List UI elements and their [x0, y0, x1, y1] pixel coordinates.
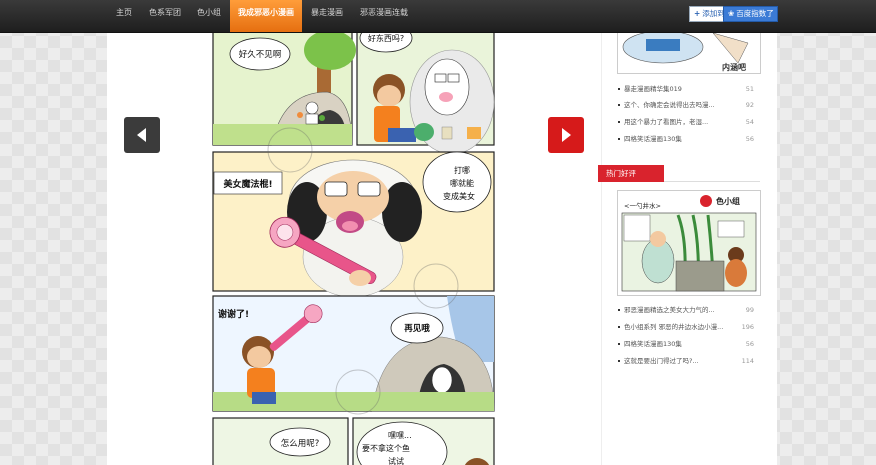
- plus-icon: +: [694, 9, 701, 18]
- comic-panel-4-bubble-right: 再见哦: [404, 323, 430, 334]
- baidu-button-label: 百度指数了: [736, 9, 774, 18]
- list-item-count: 56: [745, 340, 754, 348]
- bullet: [618, 308, 620, 311]
- baidu-button[interactable]: ❀ 百度指数了: [723, 6, 778, 22]
- bullet: [618, 103, 620, 106]
- bullet: [618, 342, 620, 345]
- comic-panel-1: 好久不见啊: [212, 32, 356, 146]
- bullet: [618, 359, 620, 362]
- list-item[interactable]: 色小组系列 邪恶的井边水边小漫... 196: [616, 321, 756, 333]
- section-divider: [664, 181, 760, 182]
- thumbnail-2-logo: 色小组: [716, 196, 740, 206]
- section-title-hot: 热门好评: [598, 165, 664, 182]
- list-item-count: 114: [741, 357, 754, 365]
- list-item-count: 56: [745, 135, 754, 143]
- thumbnail-1-caption: 内涵吧: [722, 62, 746, 72]
- top-navigation: 主页 色系军团 色小组 我成邪恶小漫画 暴走漫画 邪恶漫画连载 + 添加到 ❀ 百度…: [0, 0, 876, 33]
- comic-panel-4-bubble-left: 谢谢了!: [218, 308, 249, 320]
- list-item-count: 99: [745, 306, 754, 314]
- comic-panel-4: 谢谢了! 再见哦: [212, 295, 495, 412]
- list-item[interactable]: 四格笑话漫画130集 56: [616, 338, 756, 350]
- list-item-title: 这就是要出门得过了吗?...: [624, 357, 699, 365]
- next-page-button[interactable]: [548, 117, 584, 153]
- thumbnail-2-art: 色小组 <一勺井水>: [618, 191, 760, 295]
- list-item-count: 51: [745, 85, 754, 93]
- bullet: [618, 87, 620, 90]
- comic-panel-3-bubble-right-line3: 变成美女: [443, 191, 475, 201]
- arrow-right-icon: [562, 128, 571, 142]
- nav-item-evil-comics[interactable]: 我成邪恶小漫画: [230, 0, 302, 32]
- list-item[interactable]: 暴走漫画精华集019 51: [616, 83, 756, 95]
- nav-item-color-group[interactable]: 色小组: [192, 0, 226, 28]
- list-item[interactable]: 用这个暴力了看图片，老湿... 54: [616, 116, 756, 128]
- bullet: [618, 137, 620, 140]
- comic-panel-5-bubble-left: 怎么用呢?: [281, 438, 320, 449]
- comic-panel-5-bubble-right-line3: 试试: [388, 456, 404, 465]
- nav-item-color-army[interactable]: 色系军团: [142, 0, 188, 28]
- comic-panel-5: 怎么用呢? 嘿嘿... 要不拿这个鱼 试试: [212, 417, 495, 465]
- paw-icon: ❀: [728, 9, 735, 18]
- list-item-title: 四格笑话漫画130集: [624, 135, 682, 143]
- nav-item-rage-comics[interactable]: 暴走漫画: [306, 0, 348, 28]
- list-item-count: 196: [741, 323, 754, 331]
- list-item[interactable]: 四格笑话漫画130集 56: [616, 133, 756, 145]
- comic-panel-3-bubble-left: 美女魔法棍!: [223, 178, 272, 190]
- bullet: [618, 120, 620, 123]
- bullet: [618, 325, 620, 328]
- comic-panel-3-bubble-right-line1: 打哪: [454, 165, 470, 175]
- comic-panel-3-bubble-right-line2: 哪就能: [450, 178, 474, 188]
- list-item-title: 邪恶漫画精选之美女大力气的...: [624, 306, 715, 314]
- comic-image: 好久不见啊 好东西吗? 美女魔法棍! 打哪 哪就能 变成美女 谢谢了! 再见哦 …: [212, 32, 496, 465]
- comic-panel-3: 美女魔法棍! 打哪 哪就能 变成美女: [212, 151, 495, 298]
- list-item[interactable]: 这就是要出门得过了吗?... 114: [616, 355, 756, 367]
- thumbnail-1-art: 内涵吧: [618, 33, 760, 73]
- thumbnail-2-title: <一勺井水>: [624, 201, 661, 210]
- nav-item-serial-comics[interactable]: 邪恶漫画连载: [354, 0, 414, 28]
- list-item-count: 92: [745, 101, 754, 109]
- comic-panel-2: 好东西吗?: [356, 32, 495, 155]
- sidebar-thumbnail-2[interactable]: 色小组 <一勺井水>: [617, 190, 761, 296]
- previous-page-button[interactable]: [124, 117, 160, 153]
- list-item-title: 这个、你确定会说得出去吗漫...: [624, 101, 715, 109]
- comic-panel-1-bubble: 好久不见啊: [239, 49, 282, 60]
- comic-panel-2-bubble: 好东西吗?: [368, 33, 404, 43]
- list-item-title: 四格笑话漫画130集: [624, 340, 682, 348]
- list-item-title: 暴走漫画精华集019: [624, 85, 682, 93]
- comic-panels: 好久不见啊 好东西吗? 美女魔法棍! 打哪 哪就能 变成美女 谢谢了! 再见哦 …: [212, 32, 495, 465]
- list-item-title: 用这个暴力了看图片，老湿...: [624, 118, 709, 126]
- nav-item-home[interactable]: 主页: [110, 0, 138, 28]
- add-favorite-label: 添加到: [702, 9, 725, 18]
- list-item[interactable]: 这个、你确定会说得出去吗漫... 92: [616, 99, 756, 111]
- list-item[interactable]: 邪恶漫画精选之美女大力气的... 99: [616, 304, 756, 316]
- comic-panel-5-bubble-right-line2: 要不拿这个鱼: [362, 443, 410, 453]
- sidebar-thumbnail-1[interactable]: 内涵吧: [617, 32, 761, 74]
- list-item-count: 54: [745, 118, 754, 126]
- arrow-left-icon: [137, 128, 146, 142]
- comic-panel-5-bubble-right-line1: 嘿嘿...: [388, 431, 412, 440]
- list-item-title: 色小组系列 邪恶的井边水边小漫...: [624, 323, 724, 331]
